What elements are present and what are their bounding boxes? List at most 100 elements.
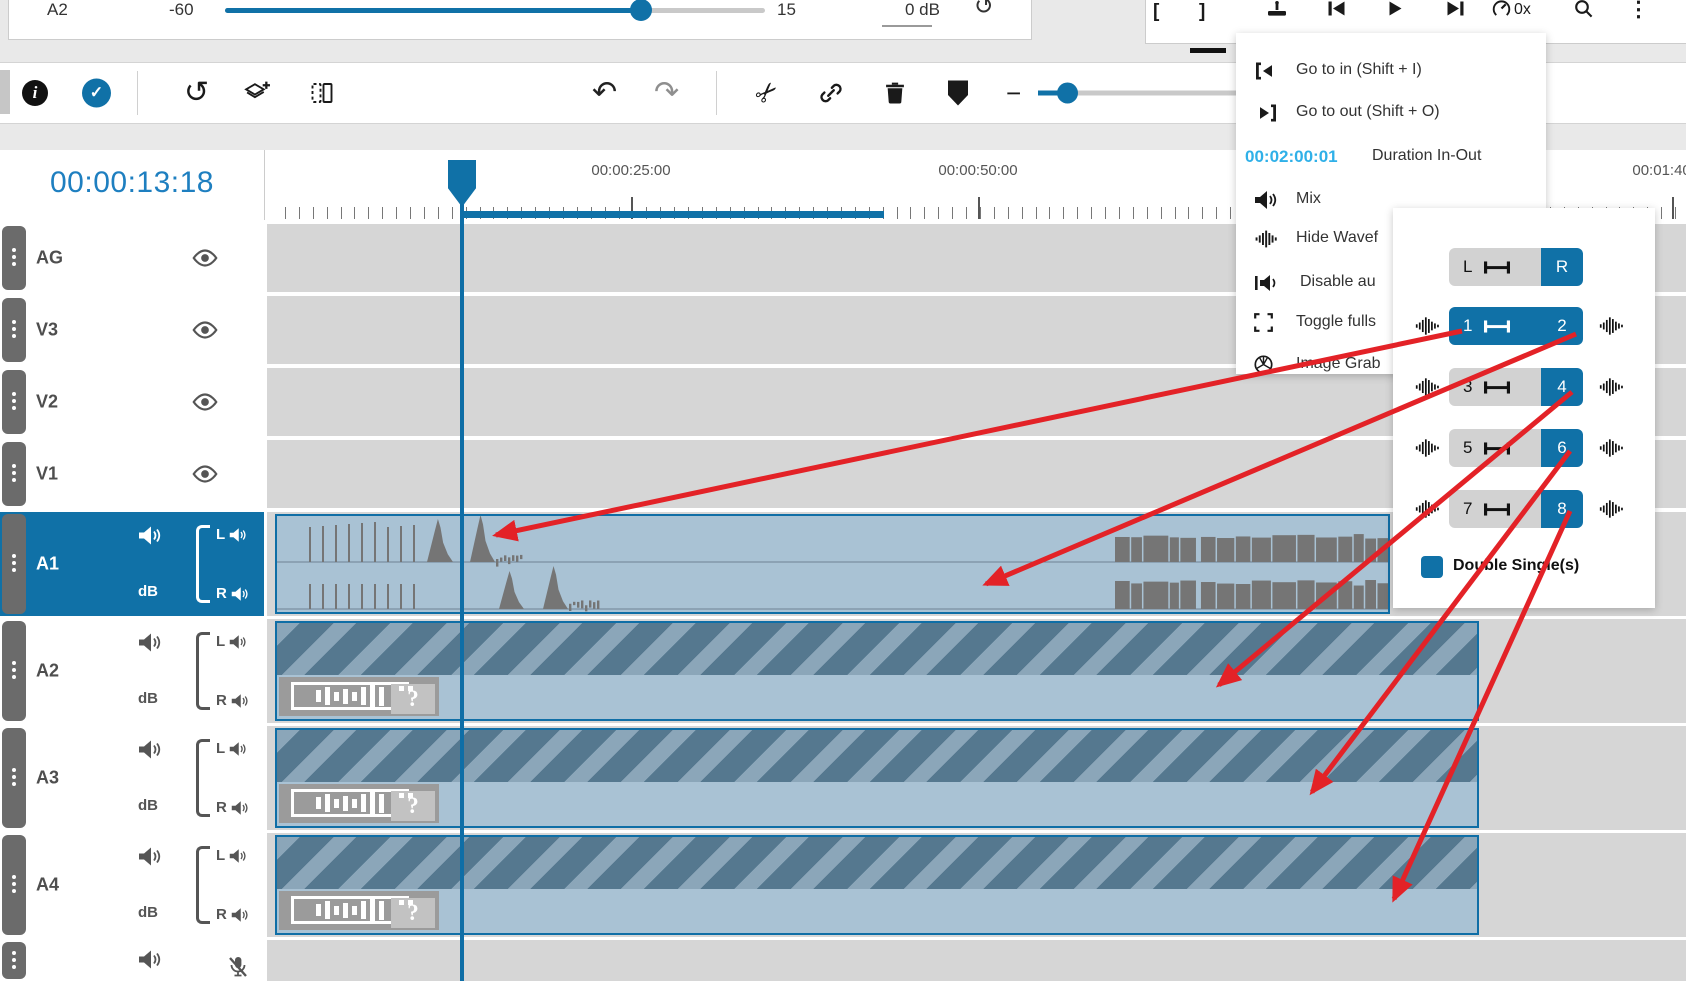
mark-in-button[interactable]: [ (1153, 1, 1159, 23)
next-frame-icon[interactable] (1447, 1, 1464, 16)
db-label[interactable]: dB (138, 690, 158, 707)
left-channel[interactable]: L (216, 847, 247, 864)
unknown-waveform-icon: ? (279, 784, 439, 823)
confirm-check-icon[interactable]: ✓ (82, 79, 111, 108)
right-channel[interactable]: R (216, 799, 249, 816)
marker-shield-icon[interactable] (948, 81, 968, 106)
visibility-eye-icon[interactable] (190, 465, 220, 484)
ruler-label: 00:01:40:00 (1632, 162, 1686, 179)
info-icon[interactable]: i (22, 80, 48, 106)
redo-icon[interactable]: ↷ (654, 78, 679, 108)
track-drag-handle[interactable] (2, 728, 26, 828)
right-channel[interactable]: R (216, 692, 249, 709)
play-icon[interactable] (1389, 1, 1402, 16)
mix-speaker-icon (1254, 190, 1278, 210)
visibility-eye-icon[interactable] (190, 321, 220, 340)
channel-pill-LR[interactable]: L R (1449, 248, 1583, 286)
track-drag-handle[interactable] (2, 514, 26, 614)
timeline-zoom-knob[interactable] (1057, 83, 1078, 104)
zoom-search-icon[interactable] (1574, 0, 1593, 18)
undo-icon[interactable]: ↶ (592, 78, 617, 108)
previous-frame-icon[interactable] (1328, 1, 1345, 16)
stereo-bracket (196, 846, 210, 924)
track-drag-handle[interactable] (2, 298, 26, 362)
left-channel[interactable]: L (216, 526, 247, 543)
speaker-icon[interactable] (138, 526, 162, 545)
channel-pill-34[interactable]: 3 4 (1449, 368, 1583, 406)
add-marker-icon[interactable] (1266, 1, 1288, 18)
cut-scissors-icon[interactable]: ✂ (750, 75, 785, 110)
link-clips-icon[interactable] (820, 82, 842, 104)
volume-slider-fill (225, 8, 641, 13)
split-page-icon[interactable] (311, 83, 333, 104)
speaker-icon[interactable] (138, 633, 162, 652)
track-drag-handle[interactable] (2, 835, 26, 935)
channel-pill-12[interactable]: 1 2 (1449, 307, 1583, 345)
add-layer-icon[interactable] (244, 81, 271, 106)
mic-muted-icon[interactable] (228, 956, 248, 978)
go-to-out-icon (1254, 103, 1278, 123)
track-drag-handle[interactable] (2, 226, 26, 290)
speaker-icon[interactable] (138, 847, 162, 866)
track-row-a3: ? A3 dB L R (0, 726, 1686, 830)
track-header: VO (0, 940, 264, 981)
question-mark: ? (391, 900, 435, 926)
toolbar-left-nub (0, 70, 10, 114)
db-label[interactable]: dB (138, 904, 158, 921)
track-header: AG (0, 224, 264, 292)
track-drag-handle[interactable] (2, 370, 26, 434)
toolbar-divider (137, 71, 138, 115)
speaker-icon[interactable] (138, 740, 162, 759)
visibility-eye-icon[interactable] (190, 249, 220, 268)
ruler-label: 00:00:50:00 (938, 162, 1017, 179)
volume-slider-knob[interactable] (630, 0, 652, 21)
question-mark: ? (391, 793, 435, 819)
clip-a1-audio[interactable] (275, 514, 1390, 614)
track-header: A4 dB L R (0, 833, 264, 937)
channel-pill-56[interactable]: 5 6 (1449, 429, 1583, 467)
channel-pill-78[interactable]: 7 8 (1449, 490, 1583, 528)
track-header: V1 (0, 440, 264, 508)
more-options-icon[interactable]: ⋮ (1628, 0, 1649, 22)
rotate-reset-icon[interactable]: ↺ (184, 78, 209, 108)
video-editor-window: A2 -60 15 0 dB ↺ [ ] 0x ⋮ i ✓ ↺ ↶ ↷ (0, 0, 1686, 981)
speaker-icon (229, 528, 247, 542)
go-to-in-icon (1254, 61, 1278, 81)
playhead-marker[interactable] (448, 160, 476, 207)
track-header: A2 dB L R (0, 619, 264, 723)
speaker-icon[interactable] (138, 950, 162, 969)
image-grab-icon (1254, 355, 1273, 374)
track-drag-handle[interactable] (2, 942, 26, 979)
db-label[interactable]: dB (138, 797, 158, 814)
db-label[interactable]: dB (138, 583, 158, 600)
mark-out-button[interactable]: ] (1199, 1, 1205, 23)
ruler-label: 00:00:25:00 (591, 162, 670, 179)
zoom-out-minus-icon[interactable]: − (1006, 80, 1021, 106)
track-header: A3 dB L R (0, 726, 264, 830)
waveform-icon (1599, 315, 1625, 337)
right-channel[interactable]: R (216, 906, 249, 923)
left-channel[interactable]: L (216, 740, 247, 757)
duration-timecode: 00:02:00:01 (1245, 147, 1338, 167)
double-single-checkbox[interactable] (1421, 556, 1443, 578)
track-label: A2 (36, 661, 59, 682)
hatched-lane (277, 837, 1477, 889)
clip-a2-audio[interactable]: ? (275, 621, 1479, 721)
waveform-icon (1599, 498, 1625, 520)
track-lane[interactable] (267, 940, 1686, 981)
clip-a3-audio[interactable]: ? (275, 728, 1479, 828)
menu-item-go-to-out[interactable]: Go to out (Shift + O) (1236, 97, 1546, 131)
delete-trash-icon[interactable] (886, 82, 904, 104)
track-drag-handle[interactable] (2, 442, 26, 506)
volume-reset-icon[interactable]: ↺ (974, 0, 994, 19)
clip-a4-audio[interactable]: ? (275, 835, 1479, 935)
menu-item-go-to-in[interactable]: Go to in (Shift + I) (1236, 55, 1546, 89)
window-resize-dash[interactable] (1190, 48, 1226, 53)
visibility-eye-icon[interactable] (190, 393, 220, 412)
question-mark: ? (391, 686, 435, 712)
track-drag-handle[interactable] (2, 621, 26, 721)
left-channel[interactable]: L (216, 633, 247, 650)
audio-lane: ? (277, 782, 1477, 826)
right-channel[interactable]: R (216, 585, 249, 602)
playhead-line[interactable] (460, 204, 464, 981)
